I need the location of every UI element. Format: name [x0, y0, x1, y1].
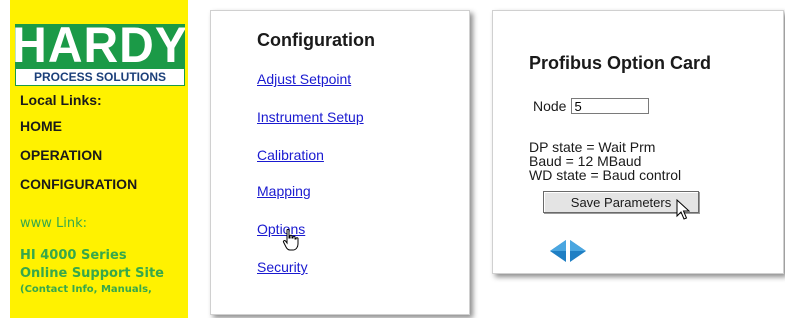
- profibus-title: Profibus Option Card: [529, 53, 711, 73]
- node-input[interactable]: [571, 98, 650, 114]
- profibus-panel: Profibus Option Card Node DP state = Wai…: [492, 10, 784, 274]
- configuration-panel: Configuration Adjust Setpoint Instrument…: [210, 10, 470, 315]
- logo-wordmark: HARDY: [15, 24, 185, 68]
- logo-tagline: PROCESS SOLUTIONS: [33, 70, 167, 84]
- baud-text: Baud = 12 MBaud: [529, 153, 642, 169]
- support-site-note[interactable]: (Contact Info, Manuals,: [20, 284, 152, 295]
- nav-home-link[interactable]: HOME: [20, 118, 62, 134]
- calibration-link[interactable]: Calibration: [257, 147, 324, 163]
- arrow-left-icon[interactable]: [549, 239, 567, 263]
- dp-state-text: DP state = Wait Prm: [529, 139, 656, 155]
- www-link-heading: www Link:: [20, 216, 88, 231]
- hardy-logo[interactable]: HARDY PROCESS SOLUTIONS: [15, 24, 185, 86]
- node-label: Node: [533, 98, 567, 114]
- support-site-link-line2[interactable]: Online Support Site: [20, 266, 164, 281]
- instrument-setup-link[interactable]: Instrument Setup: [257, 109, 364, 125]
- local-links-heading: Local Links:: [20, 92, 102, 108]
- support-site-link-line1[interactable]: HI 4000 Series: [20, 248, 127, 263]
- security-link[interactable]: Security: [257, 259, 308, 275]
- logo-tagline-box: PROCESS SOLUTIONS: [15, 68, 185, 86]
- logo-brand: HARDY: [15, 24, 185, 68]
- mapping-link[interactable]: Mapping: [257, 183, 311, 199]
- configuration-title: Configuration: [257, 30, 375, 50]
- nav-operation-link[interactable]: OPERATION: [20, 147, 102, 163]
- options-link[interactable]: Options: [257, 221, 305, 237]
- node-row: Node: [533, 98, 650, 114]
- wd-state-text: WD state = Baud control: [529, 167, 682, 183]
- arrow-right-icon[interactable]: [569, 239, 587, 263]
- save-parameters-button[interactable]: Save Parameters: [543, 191, 699, 213]
- sidebar: HARDY PROCESS SOLUTIONS Local Links: HOM…: [10, 0, 188, 318]
- adjust-setpoint-link[interactable]: Adjust Setpoint: [257, 71, 351, 87]
- nav-configuration-link[interactable]: CONFIGURATION: [20, 176, 137, 192]
